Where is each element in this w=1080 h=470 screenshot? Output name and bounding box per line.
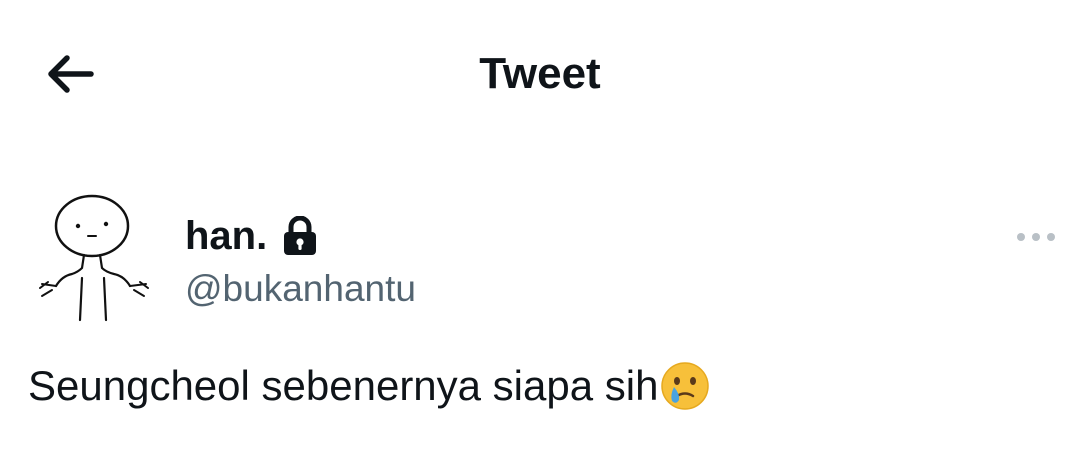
more-horizontal-icon <box>1017 233 1055 241</box>
lock-icon <box>281 211 319 261</box>
top-bar: Tweet <box>0 0 1080 150</box>
tweet-text: Seungcheol sebenernya siapa sih <box>28 362 659 409</box>
avatar[interactable] <box>28 190 162 324</box>
shrugging-stick-figure-avatar <box>39 194 149 322</box>
author-name-row[interactable]: han. <box>185 208 319 264</box>
face-holding-back-tears-icon <box>660 358 710 414</box>
display-name[interactable]: han. <box>185 211 267 261</box>
more-options-button[interactable] <box>1008 220 1064 254</box>
page-title: Tweet <box>479 49 601 98</box>
user-handle[interactable]: @bukanhantu <box>185 266 416 312</box>
tweet-body: Seungcheol sebenernya siapa sih <box>28 356 710 416</box>
